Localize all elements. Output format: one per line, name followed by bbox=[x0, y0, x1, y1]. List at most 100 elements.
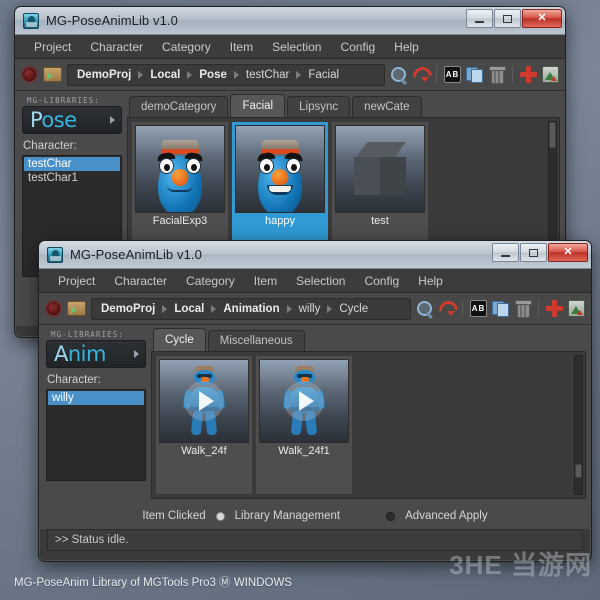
window2-menubar[interactable]: Project Character Category Item Selectio… bbox=[39, 269, 591, 293]
zoom-icon[interactable] bbox=[416, 300, 433, 317]
record-icon[interactable] bbox=[21, 66, 38, 83]
advanced-apply-radio[interactable] bbox=[386, 511, 396, 521]
window2-titlebar[interactable]: MG-PoseAnimLib v1.0 ✕ bbox=[39, 241, 591, 269]
copy-icon[interactable] bbox=[492, 300, 509, 317]
apply-mode-options[interactable]: Item Clicked Library Management Advanced… bbox=[39, 503, 591, 529]
menu-project[interactable]: Project bbox=[49, 271, 104, 291]
window2-tool-icons[interactable]: AB bbox=[416, 300, 585, 318]
menu-item[interactable]: Item bbox=[221, 37, 262, 57]
window1-titlebar[interactable]: MG-PoseAnimLib v1.0 ✕ bbox=[15, 7, 565, 35]
add-plus-icon[interactable] bbox=[546, 300, 563, 317]
minimize-button[interactable] bbox=[466, 9, 493, 28]
rename-ab-icon[interactable]: AB bbox=[470, 300, 487, 317]
menu-selection[interactable]: Selection bbox=[287, 271, 354, 291]
breadcrumb-library[interactable]: Animation bbox=[223, 303, 279, 315]
tab-cycle[interactable]: Cycle bbox=[153, 328, 206, 351]
list-item[interactable]: testChar bbox=[24, 157, 120, 171]
item-label: test bbox=[371, 215, 389, 227]
refresh-icon[interactable] bbox=[438, 300, 455, 317]
menu-character[interactable]: Character bbox=[81, 37, 152, 57]
refresh-icon[interactable] bbox=[412, 66, 429, 83]
open-folder-icon[interactable] bbox=[67, 301, 86, 316]
menu-config[interactable]: Config bbox=[331, 37, 384, 57]
tab-lipsync[interactable]: Lipsync bbox=[287, 96, 351, 117]
menu-help[interactable]: Help bbox=[385, 37, 428, 57]
pose-library-logo[interactable]: Pose bbox=[22, 106, 122, 134]
item-label: happy bbox=[265, 215, 295, 227]
list-item[interactable]: willy bbox=[48, 391, 144, 405]
advanced-apply-label[interactable]: Advanced Apply bbox=[405, 510, 487, 522]
breadcrumb-library[interactable]: Pose bbox=[199, 69, 227, 81]
breadcrumb-separator-icon bbox=[211, 304, 217, 313]
menu-help[interactable]: Help bbox=[409, 271, 452, 291]
anim-library-logo[interactable]: Anim bbox=[46, 340, 146, 368]
window1-controls[interactable]: ✕ bbox=[466, 9, 562, 28]
animation-item[interactable]: Walk_24f bbox=[156, 356, 252, 494]
maximize-icon bbox=[503, 14, 512, 23]
tab-facial[interactable]: Facial bbox=[230, 94, 286, 117]
window1-menubar[interactable]: Project Character Category Item Selectio… bbox=[15, 35, 565, 59]
breadcrumb-character[interactable]: willy bbox=[299, 303, 321, 315]
breadcrumb-location[interactable]: Local bbox=[150, 69, 180, 81]
delete-trash-icon[interactable] bbox=[488, 66, 506, 84]
window1-breadcrumb[interactable]: DemoProj Local Pose testChar Facial bbox=[67, 63, 385, 86]
add-plus-icon[interactable] bbox=[520, 66, 537, 83]
maximize-button[interactable] bbox=[520, 243, 547, 262]
close-button[interactable]: ✕ bbox=[522, 9, 562, 28]
close-icon: ✕ bbox=[563, 246, 573, 258]
update-image-icon[interactable] bbox=[542, 66, 559, 83]
zoom-icon[interactable] bbox=[390, 66, 407, 83]
breadcrumb-category[interactable]: Cycle bbox=[339, 303, 368, 315]
play-icon[interactable] bbox=[284, 381, 324, 421]
breadcrumb-character[interactable]: testChar bbox=[246, 69, 289, 81]
window1-tool-icons[interactable]: AB bbox=[390, 66, 559, 84]
tab-newcate[interactable]: newCate bbox=[352, 96, 422, 117]
window2-character-list[interactable]: willy bbox=[46, 389, 146, 481]
close-icon: ✕ bbox=[537, 12, 547, 24]
library-management-radio[interactable] bbox=[215, 511, 225, 521]
minimize-icon bbox=[501, 254, 510, 257]
minimize-button[interactable] bbox=[492, 243, 519, 262]
window2-vertical-scrollbar[interactable] bbox=[574, 355, 583, 495]
library-switch-chevron-icon[interactable] bbox=[110, 116, 115, 124]
breadcrumb-separator-icon bbox=[327, 304, 333, 313]
library-switch-chevron-icon[interactable] bbox=[134, 350, 139, 358]
window2-tabstrip[interactable]: Cycle Miscellaneous bbox=[151, 328, 586, 351]
animation-item[interactable]: Walk_24f1 bbox=[256, 356, 352, 494]
menu-project[interactable]: Project bbox=[25, 37, 80, 57]
window2-controls[interactable]: ✕ bbox=[492, 243, 588, 262]
rename-ab-icon[interactable]: AB bbox=[444, 66, 461, 83]
window1-tabstrip[interactable]: demoCategory Facial Lipsync newCate bbox=[127, 94, 560, 117]
menu-character[interactable]: Character bbox=[105, 271, 176, 291]
window2-toolbar[interactable]: DemoProj Local Animation willy Cycle AB bbox=[39, 293, 591, 325]
menu-config[interactable]: Config bbox=[355, 271, 408, 291]
tab-democategory[interactable]: demoCategory bbox=[129, 96, 229, 117]
close-button[interactable]: ✕ bbox=[548, 243, 588, 262]
update-image-icon[interactable] bbox=[568, 300, 585, 317]
menu-category[interactable]: Category bbox=[153, 37, 220, 57]
menu-item[interactable]: Item bbox=[245, 271, 286, 291]
maximize-button[interactable] bbox=[494, 9, 521, 28]
record-icon[interactable] bbox=[45, 300, 62, 317]
copy-icon[interactable] bbox=[466, 66, 483, 83]
menu-category[interactable]: Category bbox=[177, 271, 244, 291]
anim-library-window[interactable]: MG-PoseAnimLib v1.0 ✕ Project Character … bbox=[38, 240, 592, 562]
breadcrumb-project[interactable]: DemoProj bbox=[101, 303, 155, 315]
delete-trash-icon[interactable] bbox=[514, 300, 532, 318]
character-face-art bbox=[252, 140, 308, 212]
scrollbar-thumb[interactable] bbox=[575, 464, 582, 478]
menu-selection[interactable]: Selection bbox=[263, 37, 330, 57]
window1-toolbar[interactable]: DemoProj Local Pose testChar Facial AB bbox=[15, 59, 565, 91]
desktop-footer-text: MG-PoseAnim Library of MGTools Pro3 Ⓜ WI… bbox=[14, 577, 292, 589]
scrollbar-thumb[interactable] bbox=[549, 122, 556, 148]
list-item[interactable]: testChar1 bbox=[24, 171, 120, 185]
play-icon[interactable] bbox=[184, 381, 224, 421]
breadcrumb-category[interactable]: Facial bbox=[308, 69, 339, 81]
breadcrumb-project[interactable]: DemoProj bbox=[77, 69, 131, 81]
breadcrumb-location[interactable]: Local bbox=[174, 303, 204, 315]
library-management-label[interactable]: Library Management bbox=[235, 510, 340, 522]
tab-miscellaneous[interactable]: Miscellaneous bbox=[207, 330, 305, 351]
window2-item-grid[interactable]: Walk_24f Walk_24f1 bbox=[151, 351, 586, 499]
window2-breadcrumb[interactable]: DemoProj Local Animation willy Cycle bbox=[91, 297, 411, 320]
open-folder-icon[interactable] bbox=[43, 67, 62, 82]
